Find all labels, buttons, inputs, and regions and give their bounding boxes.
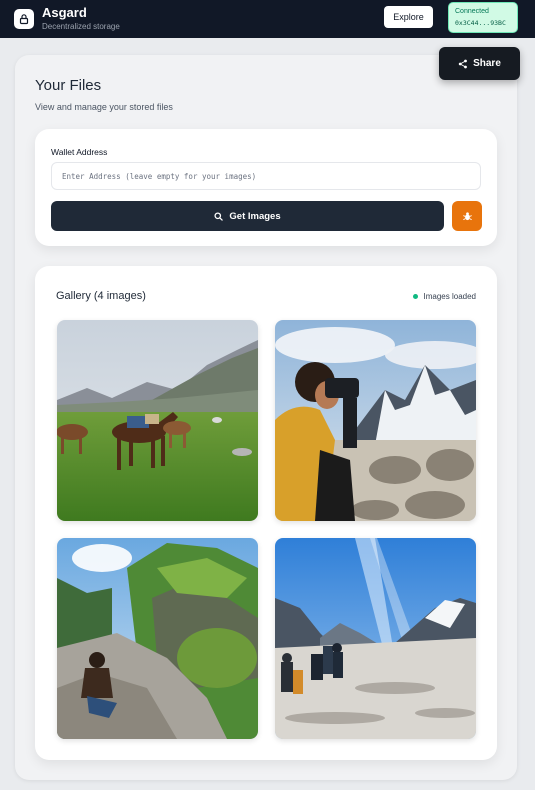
app-title: Asgard	[42, 5, 87, 20]
wallet-connection-badge[interactable]: Connected 0x3C44...93BC	[448, 2, 518, 33]
gallery-title: Gallery (4 images)	[56, 290, 146, 302]
gallery-image-photographer[interactable]	[275, 320, 476, 521]
gallery-image-hikers[interactable]	[275, 538, 476, 739]
brand: Asgard Decentralized storage	[42, 6, 120, 32]
gallery-image-rocks[interactable]	[57, 538, 258, 739]
wallet-address-input[interactable]	[51, 162, 481, 190]
search-icon	[214, 211, 224, 221]
get-images-button[interactable]: Get Images	[51, 201, 444, 231]
explore-button[interactable]: Explore	[384, 6, 433, 28]
lock-icon	[14, 9, 34, 29]
debug-button[interactable]	[452, 201, 482, 231]
page-subtitle: View and manage your stored files	[35, 102, 173, 112]
top-navbar: Asgard Decentralized storage Explore Con…	[0, 0, 535, 38]
connection-status: Connected	[455, 8, 489, 15]
share-button[interactable]: Share	[439, 47, 520, 80]
app-subtitle: Decentralized storage	[42, 22, 120, 31]
status-dot	[412, 294, 418, 299]
share-label: Share	[473, 58, 501, 69]
gallery-status: Images loaded	[412, 292, 476, 301]
wallet-card: Wallet Address Get Images	[35, 129, 497, 246]
wallet-address-label: Wallet Address	[51, 147, 108, 157]
gallery-status-label: Images loaded	[423, 292, 476, 301]
share-icon	[458, 59, 467, 68]
gallery-image-horses[interactable]	[57, 320, 258, 521]
get-images-label: Get Images	[229, 210, 281, 222]
connected-address: 0x3C44...93BC	[455, 19, 506, 27]
bug-icon	[462, 211, 472, 220]
page-title: Your Files	[35, 77, 102, 94]
